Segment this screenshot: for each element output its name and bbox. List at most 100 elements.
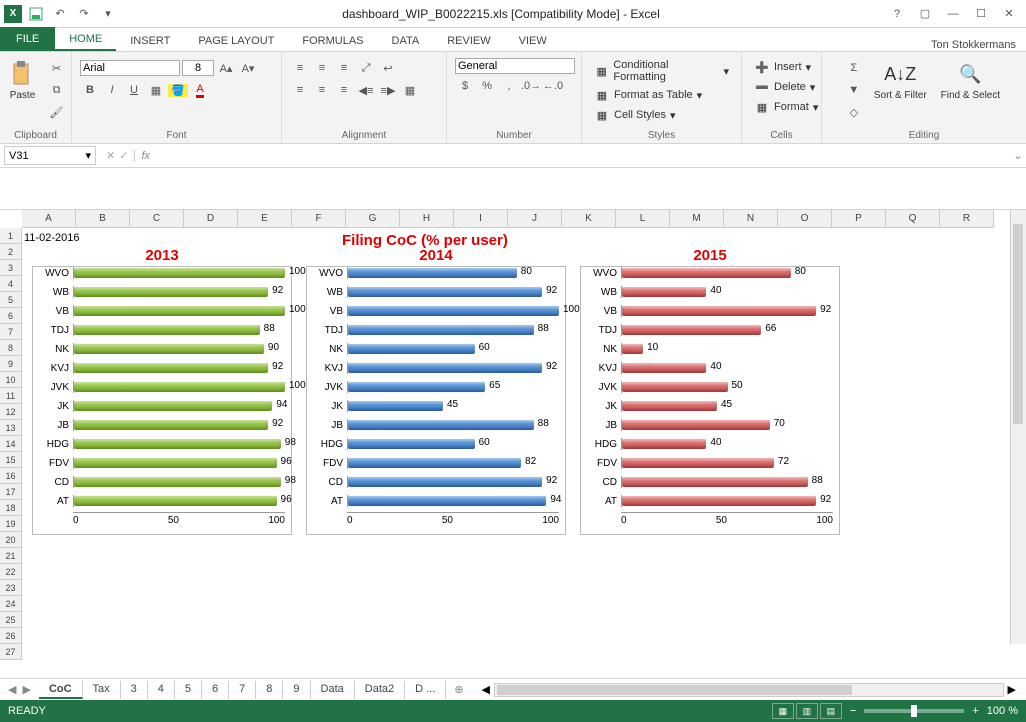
delete-button[interactable]: ➖Delete▾ [750, 78, 819, 96]
horizontal-scrollbar-thumb[interactable] [497, 685, 852, 695]
bold-icon[interactable]: B [80, 80, 100, 100]
normal-view-icon[interactable]: ▦ [772, 703, 794, 719]
column-header[interactable]: N [724, 210, 778, 228]
sheet-tab[interactable]: 7 [229, 681, 256, 699]
help-icon[interactable]: ? [884, 4, 910, 24]
increase-decimal-icon[interactable]: .0→ [521, 76, 541, 96]
sheet-tab[interactable]: CoC [39, 681, 83, 699]
row-header[interactable]: 26 [0, 628, 22, 644]
zoom-level[interactable]: 100 % [987, 705, 1018, 717]
column-header[interactable]: A [22, 210, 76, 228]
column-header[interactable]: F [292, 210, 346, 228]
italic-icon[interactable]: I [102, 80, 122, 100]
tab-page-layout[interactable]: PAGE LAYOUT [184, 31, 288, 51]
fx-icon[interactable]: fx [134, 150, 156, 162]
column-header[interactable]: B [76, 210, 130, 228]
page-break-view-icon[interactable]: ▤ [820, 703, 842, 719]
row-header[interactable]: 9 [0, 356, 22, 372]
maximize-icon[interactable]: ☐ [968, 4, 994, 24]
align-right-icon[interactable]: ≡ [334, 80, 354, 100]
chart-2014[interactable]: 2014WVO80WB92VB100TDJ88NK60KVJ92JVK65JK4… [306, 266, 566, 535]
tab-view[interactable]: VIEW [505, 31, 561, 51]
clear-icon[interactable]: ◇ [844, 102, 864, 122]
find-select-button[interactable]: 🔍 Find & Select [937, 58, 1004, 103]
zoom-out-icon[interactable]: − [850, 705, 856, 717]
ribbon-display-icon[interactable]: ▢ [912, 4, 938, 24]
sheet-tab[interactable]: Data [311, 681, 355, 699]
cell-styles-button[interactable]: ▦Cell Styles▾ [590, 106, 680, 124]
close-icon[interactable]: ✕ [996, 4, 1022, 24]
worksheet-body[interactable]: 11-02-2016 Filing CoC (% per user) 2013W… [22, 228, 1026, 648]
zoom-slider[interactable] [864, 709, 964, 713]
row-header[interactable]: 15 [0, 452, 22, 468]
row-header[interactable]: 10 [0, 372, 22, 388]
row-header[interactable]: 13 [0, 420, 22, 436]
column-header[interactable]: P [832, 210, 886, 228]
column-header[interactable]: C [130, 210, 184, 228]
undo-icon[interactable]: ↶ [50, 4, 70, 24]
column-header[interactable]: G [346, 210, 400, 228]
row-header[interactable]: 2 [0, 244, 22, 260]
column-header[interactable]: L [616, 210, 670, 228]
sheet-tab[interactable]: 4 [148, 681, 175, 699]
hscroll-left-icon[interactable]: ◀ [482, 683, 490, 696]
cancel-formula-icon[interactable]: ✕ [106, 149, 115, 162]
tab-review[interactable]: REVIEW [433, 31, 504, 51]
file-tab[interactable]: FILE [0, 27, 55, 51]
horizontal-scrollbar[interactable] [494, 683, 1004, 697]
sheet-tab[interactable]: Data2 [355, 681, 405, 699]
page-layout-view-icon[interactable]: ▥ [796, 703, 818, 719]
sheet-tab[interactable]: 5 [175, 681, 202, 699]
autosum-icon[interactable]: Σ [844, 58, 864, 78]
conditional-formatting-button[interactable]: ▦Conditional Formatting▾ [590, 58, 733, 84]
row-header[interactable]: 6 [0, 308, 22, 324]
fill-color-icon[interactable]: 🪣 [168, 80, 188, 100]
column-header[interactable]: H [400, 210, 454, 228]
vertical-scrollbar-thumb[interactable] [1013, 224, 1023, 424]
column-header[interactable]: K [562, 210, 616, 228]
row-header[interactable]: 21 [0, 548, 22, 564]
decrease-decimal-icon[interactable]: ←.0 [543, 76, 563, 96]
copy-icon[interactable]: ⧉ [47, 80, 67, 100]
sheet-tab[interactable]: Tax [83, 681, 121, 699]
row-header[interactable]: 16 [0, 468, 22, 484]
user-name[interactable]: Ton Stokkermans [931, 39, 1026, 51]
chart-2013[interactable]: 2013WVO100WB92VB100TDJ88NK90KVJ92JVK100J… [32, 266, 292, 535]
name-box[interactable]: V31▾ [4, 146, 96, 165]
font-name-input[interactable] [80, 60, 180, 76]
decrease-font-icon[interactable]: A▾ [238, 58, 258, 78]
align-left-icon[interactable]: ≡ [290, 80, 310, 100]
sheet-tab[interactable]: 3 [121, 681, 148, 699]
row-header[interactable]: 23 [0, 580, 22, 596]
row-header[interactable]: 20 [0, 532, 22, 548]
row-header[interactable]: 1 [0, 228, 22, 244]
row-header[interactable]: 5 [0, 292, 22, 308]
format-button[interactable]: ▦Format▾ [750, 98, 822, 116]
sheet-tab[interactable]: 9 [283, 681, 310, 699]
row-header[interactable]: 12 [0, 404, 22, 420]
row-header[interactable]: 22 [0, 564, 22, 580]
sheet-nav-prev-icon[interactable]: ◀ [8, 683, 16, 696]
column-header[interactable]: R [940, 210, 994, 228]
row-header[interactable]: 27 [0, 644, 22, 660]
column-header[interactable]: D [184, 210, 238, 228]
accounting-icon[interactable]: $ [455, 76, 475, 96]
sheet-tab[interactable]: 8 [256, 681, 283, 699]
redo-icon[interactable]: ↷ [74, 4, 94, 24]
row-header[interactable]: 8 [0, 340, 22, 356]
underline-icon[interactable]: U [124, 80, 144, 100]
format-painter-icon[interactable]: 🖌 [47, 102, 67, 122]
number-format-select[interactable] [455, 58, 575, 74]
font-size-input[interactable] [182, 60, 214, 76]
row-header[interactable]: 11 [0, 388, 22, 404]
sort-filter-button[interactable]: A↓Z Sort & Filter [870, 58, 931, 103]
row-header[interactable]: 18 [0, 500, 22, 516]
row-header[interactable]: 14 [0, 436, 22, 452]
align-center-icon[interactable]: ≡ [312, 80, 332, 100]
row-header[interactable]: 19 [0, 516, 22, 532]
row-header[interactable]: 4 [0, 276, 22, 292]
wrap-text-icon[interactable]: ↩ [378, 58, 398, 78]
column-header[interactable]: E [238, 210, 292, 228]
new-sheet-icon[interactable]: ⊕ [446, 683, 471, 696]
orientation-icon[interactable]: ⤢ [356, 58, 376, 78]
